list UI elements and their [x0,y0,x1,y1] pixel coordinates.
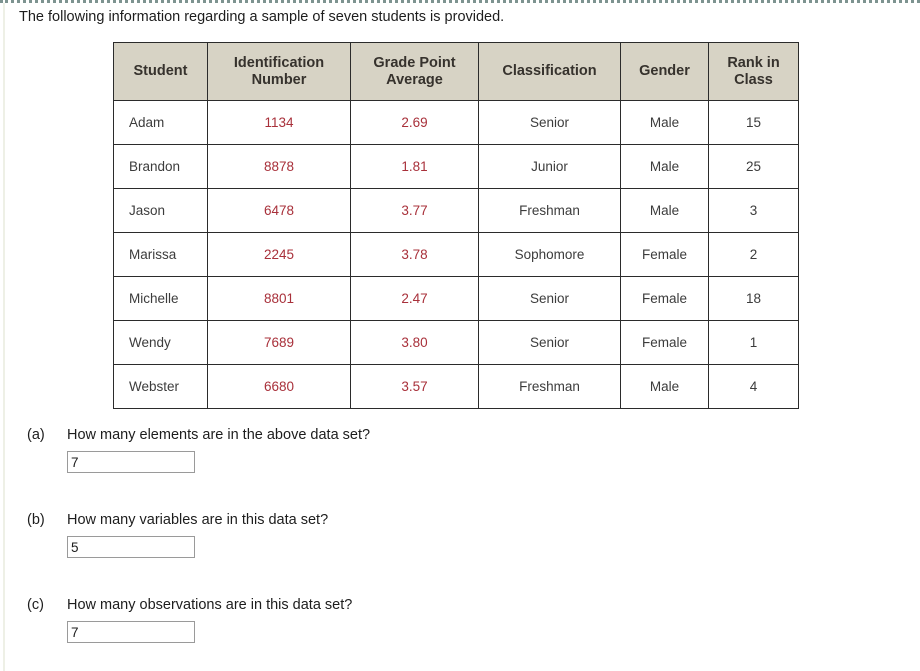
column-header-gender-line-1: Gender [639,63,690,79]
question-c-row: (c) How many observations are in this da… [27,597,352,613]
table-row: Brandon 8878 1.81 Junior Male 25 [113,144,799,189]
cell-classification: Sophomore [478,232,621,277]
cell-student: Adam [113,100,208,145]
cell-gender: Female [620,320,709,365]
question-c: (c) How many observations are in this da… [27,597,352,643]
cell-gender: Female [620,276,709,321]
question-c-prompt: How many observations are in this data s… [67,597,353,613]
column-header-id-line-2: Number [251,71,307,88]
question-a-prompt: How many elements are in the above data … [67,427,371,443]
cell-id: 7689 [207,320,351,365]
question-b: (b) How many variables are in this data … [27,512,328,558]
table-body: Adam 1134 2.69 Senior Male 15 Brandon 8878 1.81 J… [113,100,799,409]
cell-gpa: 2.69 [350,100,479,145]
column-header-grade-point-average: Grade Point Average [350,42,479,101]
cell-student: Brandon [113,144,208,189]
cell-classification: Freshman [478,188,621,233]
cell-rank: 18 [708,276,799,321]
cell-gpa: 2.47 [350,276,479,321]
question-b-prompt: How many variables are in this data set? [67,512,329,528]
column-header-id-line-1: Identification [233,54,325,71]
student-data-table-container: Student Identification Number Grade Poin… [113,42,799,409]
cell-id: 6680 [207,364,351,409]
cell-gender: Male [620,100,709,145]
table-row: Webster 6680 3.57 Freshman Male 4 [113,364,799,409]
student-data-table: Student Identification Number Grade Poin… [113,42,799,409]
question-c-answer-row [27,621,352,643]
cell-gender: Male [620,188,709,233]
cell-gender: Female [620,232,709,277]
cell-id: 1134 [207,100,351,145]
cell-classification: Senior [478,100,621,145]
cell-id: 2245 [207,232,351,277]
cell-rank: 2 [708,232,799,277]
column-header-classification-line-1: Classification [502,63,597,79]
cell-classification: Senior [478,320,621,365]
cell-rank: 15 [708,100,799,145]
cell-gpa: 3.80 [350,320,479,365]
cell-gender: Male [620,364,709,409]
cell-id: 6478 [207,188,351,233]
question-b-label: (b) [27,512,45,528]
cell-id: 8801 [207,276,351,321]
column-header-gender: Gender [620,42,709,101]
column-header-classification: Classification [478,42,621,101]
cell-rank: 4 [708,364,799,409]
table-row: Adam 1134 2.69 Senior Male 15 [113,100,799,145]
cell-student: Jason [113,188,208,233]
column-header-student: Student [113,42,208,101]
cell-classification: Junior [478,144,621,189]
column-header-rank-line-1: Rank in [727,54,780,71]
column-header-identification-number: Identification Number [207,42,351,101]
column-header-gpa-line-2: Average [386,71,443,88]
table-row: Wendy 7689 3.80 Senior Female 1 [113,320,799,365]
cell-classification: Senior [478,276,621,321]
cell-student: Michelle [113,276,208,321]
cell-gpa: 3.57 [350,364,479,409]
cell-student: Webster [113,364,208,409]
cell-gpa: 1.81 [350,144,479,189]
question-b-answer-row [27,536,328,558]
column-header-student-line-1: Student [133,63,188,79]
question-b-row: (b) How many variables are in this data … [27,512,328,528]
column-header-rank-line-2: Class [734,71,773,88]
cell-rank: 25 [708,144,799,189]
question-c-label: (c) [27,597,44,613]
cell-student: Marissa [113,232,208,277]
cell-rank: 1 [708,320,799,365]
question-a: (a) How many elements are in the above d… [27,427,370,473]
answer-input-a[interactable] [67,451,195,473]
intro-paragraph: The following information regarding a sa… [19,9,505,25]
cell-student: Wendy [113,320,208,365]
table-row: Marissa 2245 3.78 Sophomore Female 2 [113,232,799,277]
question-a-label: (a) [27,427,45,443]
answer-input-c[interactable] [67,621,195,643]
cell-gpa: 3.77 [350,188,479,233]
column-header-rank-in-class: Rank in Class [708,42,799,101]
cell-id: 8878 [207,144,351,189]
table-row: Michelle 8801 2.47 Senior Female 18 [113,276,799,321]
table-header-row: Student Identification Number Grade Poin… [113,42,799,101]
table-header: Student Identification Number Grade Poin… [113,42,799,101]
cell-gpa: 3.78 [350,232,479,277]
worksheet-page: The following information regarding a sa… [0,0,920,671]
cell-gender: Male [620,144,709,189]
answer-input-b[interactable] [67,536,195,558]
question-a-row: (a) How many elements are in the above d… [27,427,370,443]
table-row: Jason 6478 3.77 Freshman Male 3 [113,188,799,233]
cell-classification: Freshman [478,364,621,409]
question-a-answer-row [27,451,370,473]
column-header-gpa-line-1: Grade Point [373,54,456,71]
cell-rank: 3 [708,188,799,233]
